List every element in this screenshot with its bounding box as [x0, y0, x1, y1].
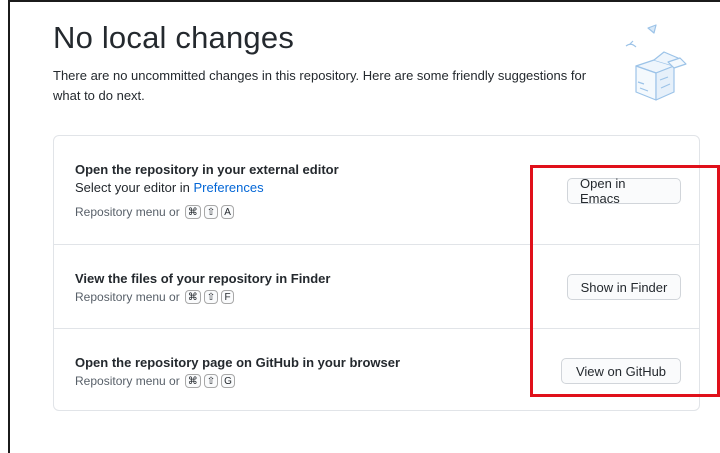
- suggestion-description: Select your editor in Preferences: [75, 180, 264, 195]
- hint-label: Repository menu or: [75, 290, 180, 304]
- description-text: Select your editor in: [75, 180, 194, 195]
- letter-key: F: [221, 290, 235, 304]
- letter-key: A: [221, 205, 235, 219]
- window-frame-top: [8, 0, 720, 2]
- shift-key-icon: ⇧: [203, 374, 219, 388]
- page-title: No local changes: [53, 20, 295, 55]
- hint-label: Repository menu or: [75, 205, 180, 219]
- shortcut-hint: Repository menu or ⌘ ⇧ A: [75, 205, 235, 219]
- preferences-link[interactable]: Preferences: [194, 180, 264, 195]
- shift-key-icon: ⇧: [203, 290, 219, 304]
- suggestion-title: View the files of your repository in Fin…: [75, 271, 331, 286]
- command-key-icon: ⌘: [184, 290, 201, 304]
- page-subtitle: There are no uncommitted changes in this…: [53, 68, 587, 103]
- paper-boxes-illustration-icon: [625, 24, 687, 101]
- annotation-highlight-box: [530, 165, 720, 397]
- suggestion-title: Open the repository in your external edi…: [75, 162, 339, 177]
- shortcut-hint: Repository menu or ⌘ ⇧ F: [75, 290, 235, 304]
- shortcut-hint: Repository menu or ⌘ ⇧ G: [75, 374, 235, 388]
- command-key-icon: ⌘: [184, 205, 201, 219]
- suggestion-title: Open the repository page on GitHub in yo…: [75, 355, 401, 370]
- shift-key-icon: ⇧: [203, 205, 219, 219]
- command-key-icon: ⌘: [184, 374, 201, 388]
- hint-label: Repository menu or: [75, 374, 180, 388]
- window-frame-left: [8, 0, 10, 453]
- letter-key: G: [221, 374, 235, 388]
